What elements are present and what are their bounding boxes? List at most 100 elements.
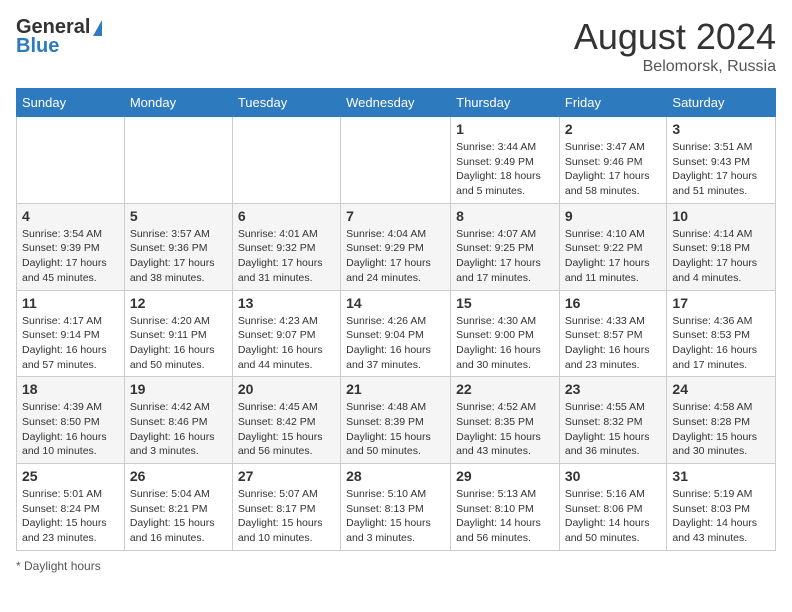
logo-blue: Blue bbox=[16, 35, 59, 58]
calendar-day-cell: 23 Sunrise: 4:55 AMSunset: 8:32 PMDaylig… bbox=[559, 377, 667, 464]
day-info: Sunrise: 4:52 AMSunset: 8:35 PMDaylight:… bbox=[456, 401, 541, 457]
calendar-week-row: 11 Sunrise: 4:17 AMSunset: 9:14 PMDaylig… bbox=[17, 290, 776, 377]
calendar-week-row: 1 Sunrise: 3:44 AMSunset: 9:49 PMDayligh… bbox=[17, 117, 776, 204]
day-info: Sunrise: 3:57 AMSunset: 9:36 PMDaylight:… bbox=[130, 228, 215, 284]
calendar-day-cell: 6 Sunrise: 4:01 AMSunset: 9:32 PMDayligh… bbox=[232, 203, 340, 290]
page-header: General Blue August 2024 Belomorsk, Russ… bbox=[16, 16, 776, 76]
day-info: Sunrise: 4:04 AMSunset: 9:29 PMDaylight:… bbox=[346, 228, 431, 284]
calendar-week-row: 18 Sunrise: 4:39 AMSunset: 8:50 PMDaylig… bbox=[17, 377, 776, 464]
day-info: Sunrise: 3:44 AMSunset: 9:49 PMDaylight:… bbox=[456, 141, 541, 197]
day-info: Sunrise: 4:10 AMSunset: 9:22 PMDaylight:… bbox=[565, 228, 650, 284]
footer-note: * Daylight hours bbox=[16, 559, 776, 573]
calendar-day-cell: 10 Sunrise: 4:14 AMSunset: 9:18 PMDaylig… bbox=[667, 203, 776, 290]
day-number: 24 bbox=[672, 381, 770, 397]
calendar-day-cell: 12 Sunrise: 4:20 AMSunset: 9:11 PMDaylig… bbox=[124, 290, 232, 377]
day-number: 3 bbox=[672, 121, 770, 137]
day-info: Sunrise: 4:45 AMSunset: 8:42 PMDaylight:… bbox=[238, 401, 323, 457]
calendar-day-cell: 11 Sunrise: 4:17 AMSunset: 9:14 PMDaylig… bbox=[17, 290, 125, 377]
calendar-day-cell: 14 Sunrise: 4:26 AMSunset: 9:04 PMDaylig… bbox=[341, 290, 451, 377]
day-info: Sunrise: 4:07 AMSunset: 9:25 PMDaylight:… bbox=[456, 228, 541, 284]
day-number: 4 bbox=[22, 208, 119, 224]
calendar-day-cell: 9 Sunrise: 4:10 AMSunset: 9:22 PMDayligh… bbox=[559, 203, 667, 290]
calendar-day-header: Friday bbox=[559, 89, 667, 117]
calendar-day-header: Sunday bbox=[17, 89, 125, 117]
calendar-day-cell: 17 Sunrise: 4:36 AMSunset: 8:53 PMDaylig… bbox=[667, 290, 776, 377]
daylight-label: Daylight hours bbox=[24, 559, 101, 573]
title-area: August 2024 Belomorsk, Russia bbox=[574, 16, 776, 76]
day-number: 8 bbox=[456, 208, 554, 224]
day-info: Sunrise: 3:51 AMSunset: 9:43 PMDaylight:… bbox=[672, 141, 757, 197]
calendar-day-cell bbox=[17, 117, 125, 204]
day-number: 7 bbox=[346, 208, 445, 224]
day-number: 28 bbox=[346, 468, 445, 484]
day-number: 16 bbox=[565, 295, 662, 311]
day-info: Sunrise: 4:30 AMSunset: 9:00 PMDaylight:… bbox=[456, 315, 541, 371]
day-number: 27 bbox=[238, 468, 335, 484]
day-info: Sunrise: 4:26 AMSunset: 9:04 PMDaylight:… bbox=[346, 315, 431, 371]
day-number: 5 bbox=[130, 208, 227, 224]
day-info: Sunrise: 4:42 AMSunset: 8:46 PMDaylight:… bbox=[130, 401, 215, 457]
calendar-day-cell: 24 Sunrise: 4:58 AMSunset: 8:28 PMDaylig… bbox=[667, 377, 776, 464]
calendar-day-header: Tuesday bbox=[232, 89, 340, 117]
day-number: 9 bbox=[565, 208, 662, 224]
day-info: Sunrise: 4:17 AMSunset: 9:14 PMDaylight:… bbox=[22, 315, 107, 371]
day-number: 12 bbox=[130, 295, 227, 311]
day-info: Sunrise: 5:16 AMSunset: 8:06 PMDaylight:… bbox=[565, 488, 650, 544]
calendar-day-header: Saturday bbox=[667, 89, 776, 117]
day-info: Sunrise: 3:54 AMSunset: 9:39 PMDaylight:… bbox=[22, 228, 107, 284]
day-number: 13 bbox=[238, 295, 335, 311]
day-number: 17 bbox=[672, 295, 770, 311]
calendar-table: SundayMondayTuesdayWednesdayThursdayFrid… bbox=[16, 88, 776, 551]
calendar-day-cell: 1 Sunrise: 3:44 AMSunset: 9:49 PMDayligh… bbox=[451, 117, 560, 204]
day-info: Sunrise: 4:36 AMSunset: 8:53 PMDaylight:… bbox=[672, 315, 757, 371]
calendar-day-cell: 15 Sunrise: 4:30 AMSunset: 9:00 PMDaylig… bbox=[451, 290, 560, 377]
calendar-day-cell: 26 Sunrise: 5:04 AMSunset: 8:21 PMDaylig… bbox=[124, 464, 232, 551]
day-number: 6 bbox=[238, 208, 335, 224]
calendar-day-cell: 30 Sunrise: 5:16 AMSunset: 8:06 PMDaylig… bbox=[559, 464, 667, 551]
day-number: 20 bbox=[238, 381, 335, 397]
day-info: Sunrise: 4:23 AMSunset: 9:07 PMDaylight:… bbox=[238, 315, 323, 371]
calendar-day-cell: 25 Sunrise: 5:01 AMSunset: 8:24 PMDaylig… bbox=[17, 464, 125, 551]
calendar-day-cell: 31 Sunrise: 5:19 AMSunset: 8:03 PMDaylig… bbox=[667, 464, 776, 551]
calendar-day-cell: 2 Sunrise: 3:47 AMSunset: 9:46 PMDayligh… bbox=[559, 117, 667, 204]
day-info: Sunrise: 4:20 AMSunset: 9:11 PMDaylight:… bbox=[130, 315, 215, 371]
day-info: Sunrise: 3:47 AMSunset: 9:46 PMDaylight:… bbox=[565, 141, 650, 197]
day-number: 1 bbox=[456, 121, 554, 137]
day-info: Sunrise: 5:01 AMSunset: 8:24 PMDaylight:… bbox=[22, 488, 107, 544]
day-number: 10 bbox=[672, 208, 770, 224]
location-title: Belomorsk, Russia bbox=[574, 58, 776, 76]
calendar-day-cell: 22 Sunrise: 4:52 AMSunset: 8:35 PMDaylig… bbox=[451, 377, 560, 464]
day-number: 25 bbox=[22, 468, 119, 484]
calendar-day-cell: 8 Sunrise: 4:07 AMSunset: 9:25 PMDayligh… bbox=[451, 203, 560, 290]
calendar-week-row: 4 Sunrise: 3:54 AMSunset: 9:39 PMDayligh… bbox=[17, 203, 776, 290]
day-info: Sunrise: 5:04 AMSunset: 8:21 PMDaylight:… bbox=[130, 488, 215, 544]
calendar-day-cell: 13 Sunrise: 4:23 AMSunset: 9:07 PMDaylig… bbox=[232, 290, 340, 377]
calendar-day-cell: 20 Sunrise: 4:45 AMSunset: 8:42 PMDaylig… bbox=[232, 377, 340, 464]
day-info: Sunrise: 5:19 AMSunset: 8:03 PMDaylight:… bbox=[672, 488, 757, 544]
day-info: Sunrise: 4:14 AMSunset: 9:18 PMDaylight:… bbox=[672, 228, 757, 284]
day-info: Sunrise: 4:39 AMSunset: 8:50 PMDaylight:… bbox=[22, 401, 107, 457]
day-info: Sunrise: 5:07 AMSunset: 8:17 PMDaylight:… bbox=[238, 488, 323, 544]
calendar-day-cell: 28 Sunrise: 5:10 AMSunset: 8:13 PMDaylig… bbox=[341, 464, 451, 551]
logo-triangle-icon bbox=[93, 20, 102, 36]
calendar-day-cell bbox=[341, 117, 451, 204]
day-number: 11 bbox=[22, 295, 119, 311]
day-number: 22 bbox=[456, 381, 554, 397]
day-number: 29 bbox=[456, 468, 554, 484]
calendar-day-cell: 27 Sunrise: 5:07 AMSunset: 8:17 PMDaylig… bbox=[232, 464, 340, 551]
calendar-day-cell: 29 Sunrise: 5:13 AMSunset: 8:10 PMDaylig… bbox=[451, 464, 560, 551]
day-number: 30 bbox=[565, 468, 662, 484]
day-number: 2 bbox=[565, 121, 662, 137]
day-number: 14 bbox=[346, 295, 445, 311]
calendar-day-header: Wednesday bbox=[341, 89, 451, 117]
day-number: 23 bbox=[565, 381, 662, 397]
logo: General Blue bbox=[16, 16, 102, 58]
calendar-day-cell: 4 Sunrise: 3:54 AMSunset: 9:39 PMDayligh… bbox=[17, 203, 125, 290]
calendar-day-cell: 5 Sunrise: 3:57 AMSunset: 9:36 PMDayligh… bbox=[124, 203, 232, 290]
calendar-day-cell: 3 Sunrise: 3:51 AMSunset: 9:43 PMDayligh… bbox=[667, 117, 776, 204]
calendar-header-row: SundayMondayTuesdayWednesdayThursdayFrid… bbox=[17, 89, 776, 117]
day-info: Sunrise: 4:01 AMSunset: 9:32 PMDaylight:… bbox=[238, 228, 323, 284]
day-info: Sunrise: 5:10 AMSunset: 8:13 PMDaylight:… bbox=[346, 488, 431, 544]
calendar-day-header: Monday bbox=[124, 89, 232, 117]
day-info: Sunrise: 4:33 AMSunset: 8:57 PMDaylight:… bbox=[565, 315, 650, 371]
